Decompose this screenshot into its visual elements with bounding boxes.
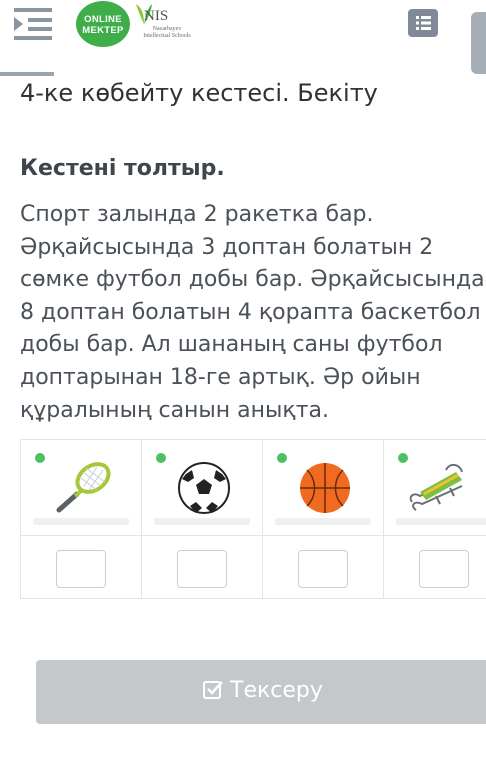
task-text-line: добы бар. Ал шананың саны футбол — [20, 332, 443, 358]
task-text-line: сөмке футбол добы бар. Әрқайсысында — [20, 267, 485, 293]
lesson-title: 4-ке көбейту кестесі. Бекіту — [20, 79, 378, 107]
racket-count-input[interactable] — [56, 550, 106, 588]
tennis-racket-icon — [56, 462, 111, 513]
task-text: Спорт залында 2 ракетка бар. Әрқайсысынд… — [20, 199, 486, 427]
input-cell — [263, 536, 384, 598]
table-cell-basketball — [263, 440, 384, 536]
nis-logo: NIS Nazarbayev Intellectual Schools — [134, 2, 194, 50]
task-text-line: 8 доптан болатын 4 қорапта баскетбол — [20, 299, 481, 325]
onlinemektep-logo: ONLINE MEKTEP — [76, 1, 130, 47]
caption-placeholder — [275, 518, 371, 525]
check-button-content: Тексеру — [202, 678, 323, 706]
basketball-count-input[interactable] — [298, 550, 348, 588]
status-dot — [35, 453, 45, 463]
status-dot — [277, 453, 287, 463]
check-button-label: Тексеру — [230, 678, 323, 703]
caption-placeholder — [154, 518, 250, 525]
contents-list-button[interactable] — [408, 9, 438, 37]
side-panel-tab[interactable] — [471, 12, 486, 74]
answer-table — [20, 439, 486, 599]
input-cell — [142, 536, 263, 598]
soccer-ball-icon — [178, 462, 230, 514]
menu-toggle-button[interactable] — [8, 4, 56, 44]
caption-placeholder — [396, 518, 486, 525]
menu-indent-icon — [14, 8, 52, 40]
task-text-line: Әрқайсысында 3 доптан болатын 2 — [20, 234, 434, 260]
table-cell-soccer — [142, 440, 263, 536]
status-dot — [156, 453, 166, 463]
table-cell-sled — [384, 440, 486, 536]
input-cell — [384, 536, 486, 598]
checkbox-icon — [203, 681, 223, 699]
task-heading: Кестені толтыр. — [20, 156, 225, 181]
sled-icon — [409, 464, 463, 511]
table-cell-racket — [21, 440, 142, 536]
sled-count-input[interactable] — [419, 550, 469, 588]
basketball-icon — [300, 463, 350, 513]
task-text-line: құралының санын анықта. — [20, 397, 329, 423]
header: ONLINE MEKTEP NIS Nazarbayev Intellectua… — [0, 0, 486, 74]
list-icon — [416, 16, 431, 30]
caption-placeholder — [33, 518, 129, 525]
check-button[interactable]: Тексеру — [36, 660, 486, 724]
menu-underline — [0, 72, 54, 76]
task-text-line: доптарынан 18-ге артық. Әр ойын — [20, 364, 421, 390]
task-text-line: Спорт залында 2 ракетка бар. — [20, 202, 374, 227]
soccer-ball-count-input[interactable] — [177, 550, 227, 588]
input-cell — [21, 536, 142, 598]
